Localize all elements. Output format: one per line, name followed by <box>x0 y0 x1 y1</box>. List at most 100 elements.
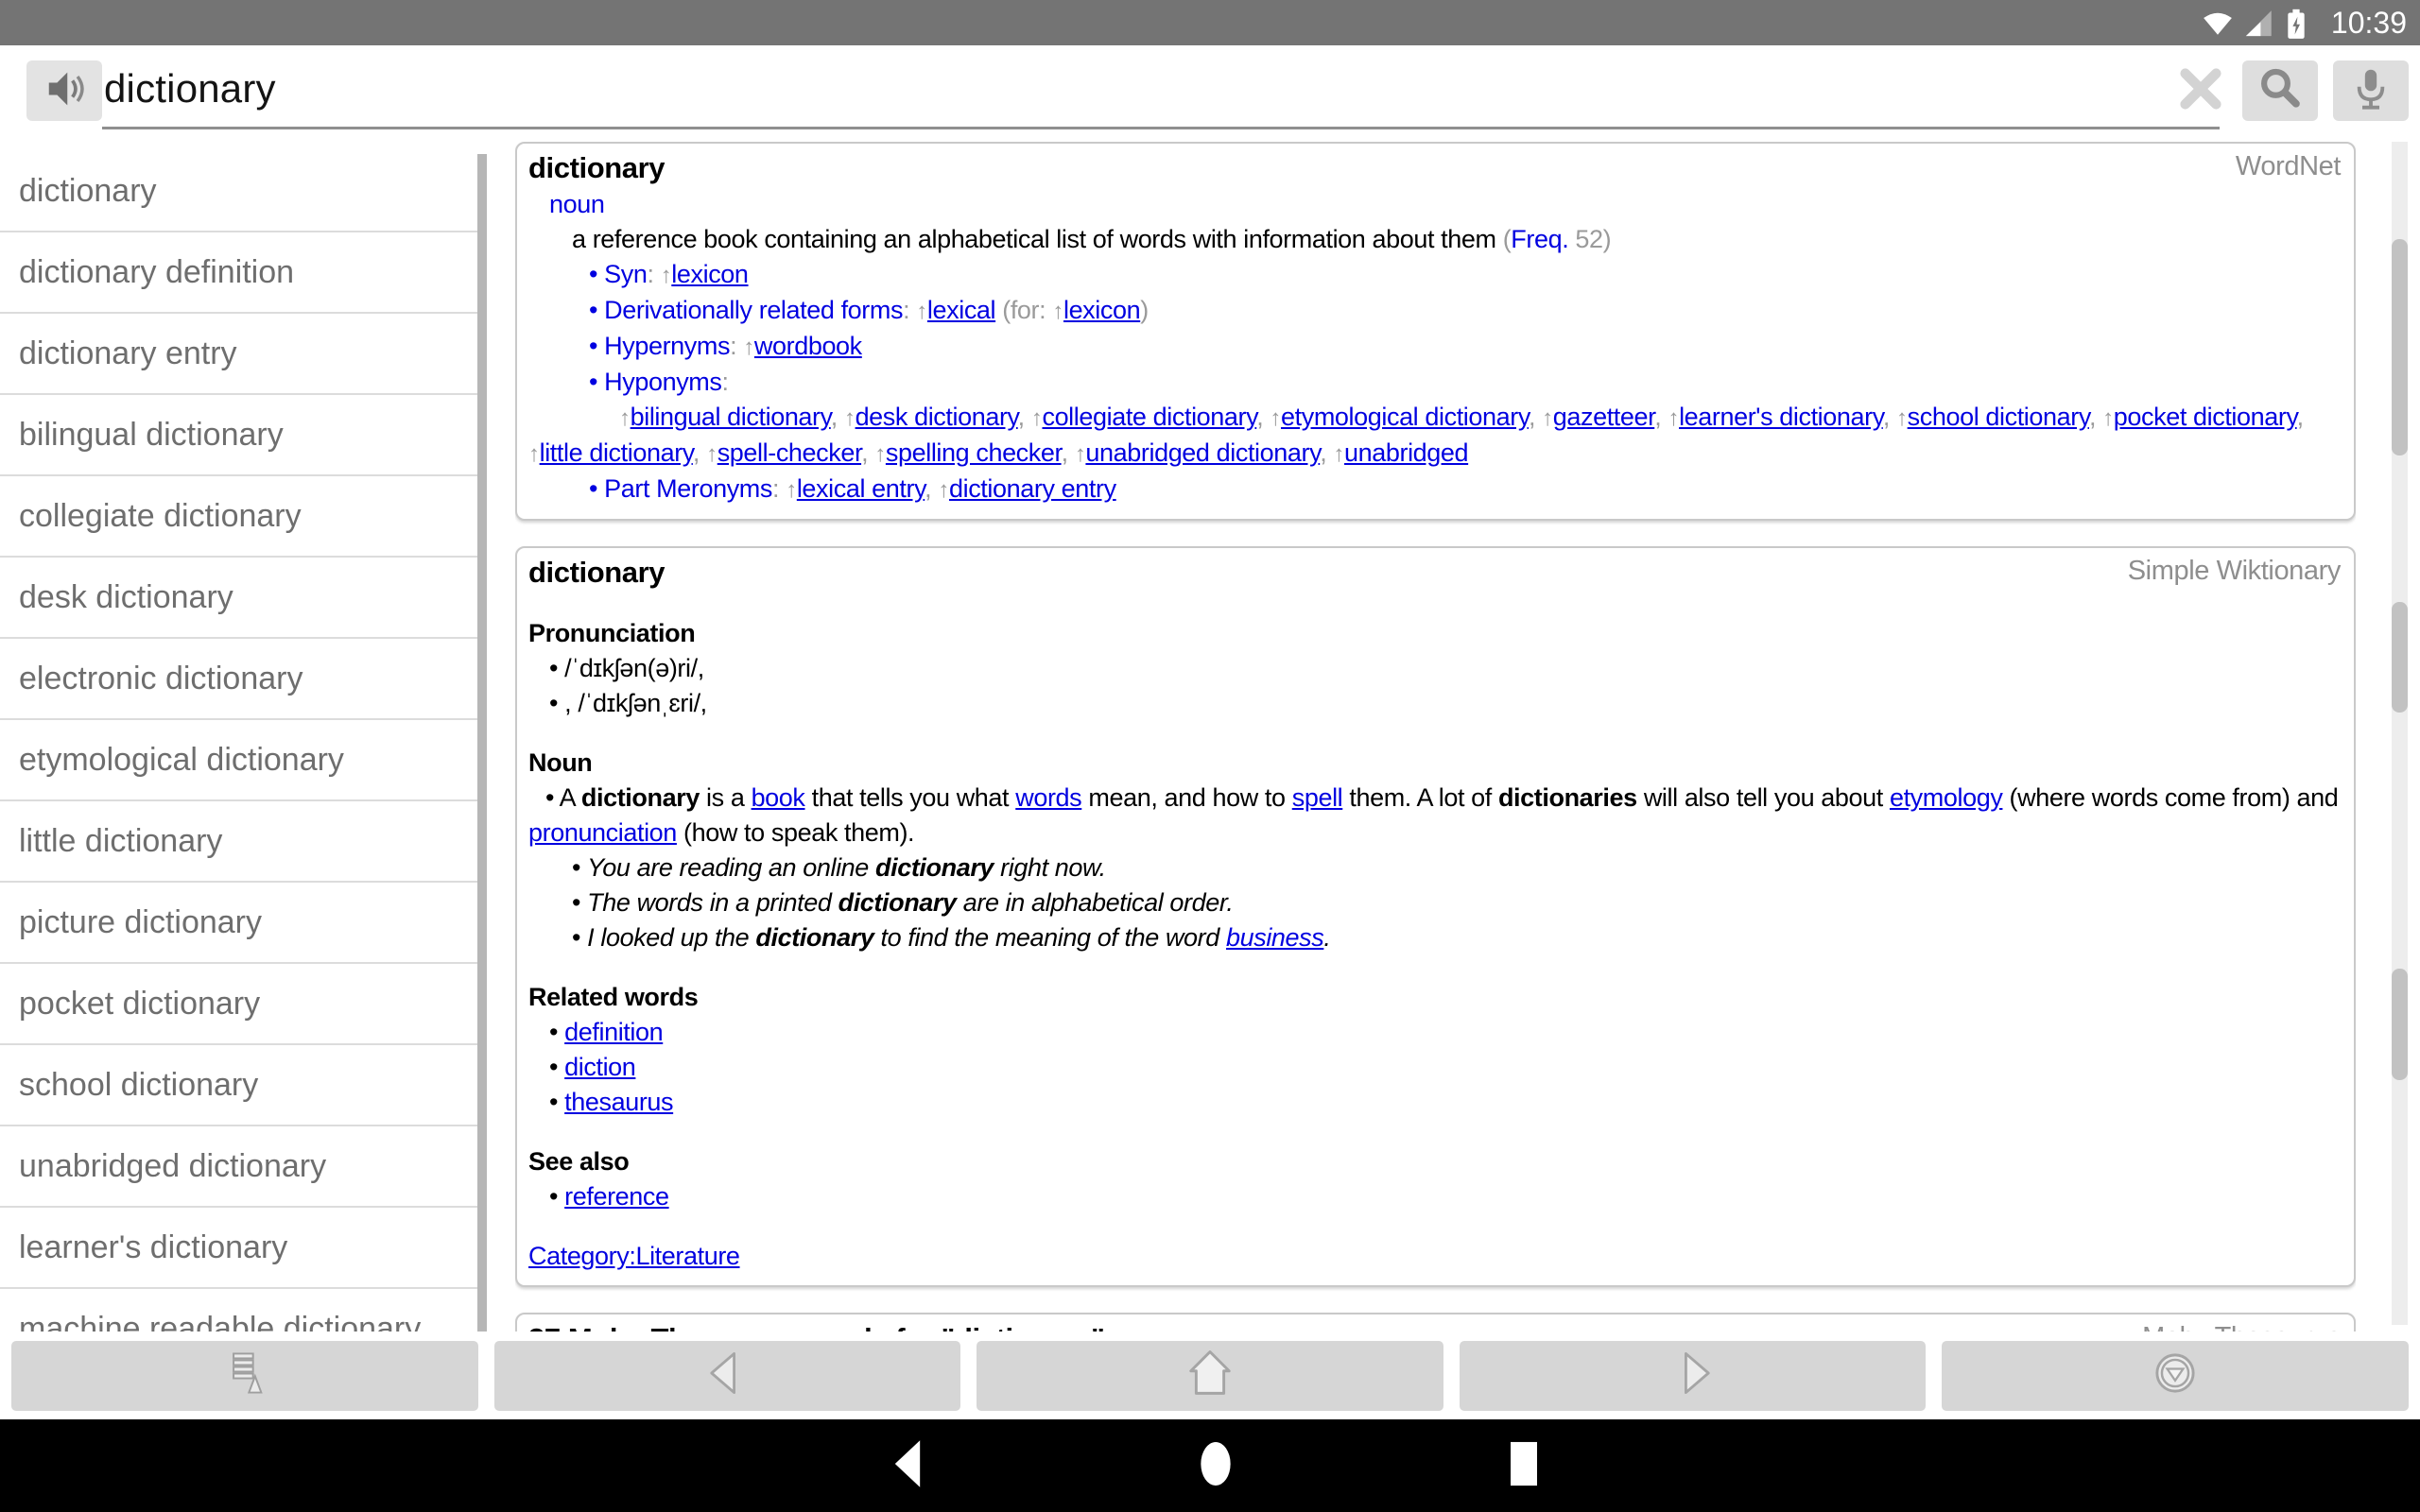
sidebar-scrollbar[interactable] <box>477 154 487 1332</box>
text-segment: • <box>572 923 587 952</box>
link[interactable]: definition <box>564 1018 663 1046</box>
home-up-button[interactable] <box>977 1341 1443 1411</box>
text-segment: • <box>589 368 604 396</box>
text-segment: I looked up the <box>587 923 755 952</box>
suggestion-item[interactable]: dictionary entry <box>0 314 477 395</box>
link[interactable]: diction <box>564 1053 635 1081</box>
link[interactable]: words <box>1015 783 1081 812</box>
card-line: • , /ˈdɪkʃənˌɛri/, <box>528 686 2341 721</box>
suggestion-item[interactable]: bilingual dictionary <box>0 395 477 476</box>
scroll-bottom-button[interactable] <box>1942 1341 2409 1411</box>
text-segment: ↑ <box>1896 405 1908 431</box>
text-segment: The words in a printed <box>587 888 838 917</box>
text-segment: ↑ <box>528 441 540 467</box>
back-button[interactable] <box>494 1341 961 1411</box>
search-input[interactable]: dictionary <box>104 66 276 112</box>
link[interactable]: dictionary entry <box>949 474 1116 503</box>
card-line: Noun <box>528 746 2341 781</box>
dictionary-card: 37 Moby Thesaurus words for "dictionary"… <box>515 1313 2356 1332</box>
link[interactable]: learner's dictionary <box>1679 403 1883 431</box>
mic-button[interactable] <box>2333 60 2409 121</box>
text-segment: dictionary <box>838 888 957 917</box>
text-segment: ( <box>1503 225 1512 253</box>
android-home-button[interactable] <box>1178 1419 1253 1512</box>
link[interactable]: spell <box>1292 783 1343 812</box>
android-recents-button[interactable] <box>1486 1419 1562 1512</box>
text-segment: to find the meaning of the word <box>873 923 1226 952</box>
text-segment: ↑ <box>1270 405 1281 431</box>
link[interactable]: little dictionary <box>540 438 693 467</box>
suggestion-item[interactable]: little dictionary <box>0 801 477 883</box>
text-segment: Hyponyms <box>604 368 721 396</box>
link[interactable]: collegiate dictionary <box>1042 403 1256 431</box>
suggestion-item[interactable]: electronic dictionary <box>0 639 477 720</box>
link[interactable]: bilingual dictionary <box>631 403 831 431</box>
link[interactable]: pronunciation <box>528 818 677 847</box>
results-scrollbar-thumb[interactable] <box>2392 602 2408 713</box>
text-segment: ↑ <box>2102 405 2114 431</box>
results-scrollbar-thumb[interactable] <box>2392 969 2408 1080</box>
link[interactable]: lexical entry <box>797 474 925 503</box>
text-segment: , <box>861 438 874 467</box>
text-segment: dictionary <box>875 853 994 882</box>
search-icon <box>2255 63 2306 119</box>
link[interactable]: school dictionary <box>1908 403 2089 431</box>
suggestion-item[interactable]: learner's dictionary <box>0 1208 477 1289</box>
link[interactable]: unabridged <box>1344 438 1468 467</box>
text-segment: , <box>831 403 844 431</box>
card-body: Pronunciation• /ˈdɪkʃən(ə)ri/,• , /ˈdɪkʃ… <box>528 592 2341 1274</box>
link[interactable]: lexicon <box>671 260 748 288</box>
suggestion-item[interactable]: picture dictionary <box>0 883 477 964</box>
link[interactable]: book <box>752 783 805 812</box>
text-segment: • <box>549 1182 564 1211</box>
link[interactable]: desk dictionary <box>856 403 1018 431</box>
card-line: Related words <box>528 980 2341 1015</box>
text-segment: will also tell you about <box>1637 783 1890 812</box>
text-segment: • <box>572 853 587 882</box>
link[interactable]: lexicon <box>1063 296 1140 324</box>
text-segment: are in alphabetical order. <box>957 888 1234 917</box>
card-line: • Hypernyms: ↑wordbook <box>528 329 2341 365</box>
suggestion-item[interactable]: unabridged dictionary <box>0 1126 477 1208</box>
speaker-button[interactable] <box>26 60 102 121</box>
suggestion-item[interactable]: etymological dictionary <box>0 720 477 801</box>
link[interactable]: spelling checker <box>886 438 1062 467</box>
text-segment: • <box>589 260 604 288</box>
text-segment: ↑ <box>1075 441 1086 467</box>
text-segment: , <box>1320 438 1333 467</box>
suggestion-item[interactable]: school dictionary <box>0 1045 477 1126</box>
link[interactable]: pocket dictionary <box>2114 403 2297 431</box>
link[interactable]: spell-checker <box>717 438 861 467</box>
forward-button[interactable] <box>1460 1341 1927 1411</box>
card-line: • Hyponyms: <box>528 365 2341 400</box>
text-segment: ↑ <box>1031 405 1043 431</box>
link[interactable]: unabridged dictionary <box>1085 438 1320 467</box>
link[interactable]: gazetteer <box>1553 403 1655 431</box>
suggestion-item[interactable]: desk dictionary <box>0 558 477 639</box>
text-segment: , /ˈdɪkʃənˌɛri/, <box>564 689 707 717</box>
card-line: • definition <box>528 1015 2341 1050</box>
text-segment: , <box>1062 438 1075 467</box>
search-button[interactable] <box>2242 60 2318 121</box>
text-segment: (how to speak them). <box>677 818 914 847</box>
link[interactable]: reference <box>564 1182 668 1211</box>
link[interactable]: wordbook <box>754 332 862 360</box>
android-back-button[interactable] <box>870 1419 945 1512</box>
text-segment: Related words <box>528 983 698 1011</box>
clear-button[interactable] <box>2170 62 2231 119</box>
suggestion-item[interactable]: dictionary definition <box>0 232 477 314</box>
link[interactable]: Category:Literature <box>528 1242 740 1270</box>
link[interactable]: lexical <box>927 296 995 324</box>
suggestion-item[interactable]: dictionary <box>0 151 477 232</box>
link[interactable]: etymological dictionary <box>1281 403 1529 431</box>
wordlist-edit-button[interactable] <box>11 1341 478 1411</box>
results-scrollbar-thumb[interactable] <box>2392 239 2408 455</box>
suggestion-item[interactable]: machine readable dictionary <box>0 1289 477 1332</box>
text-segment: : <box>903 296 916 324</box>
suggestion-item[interactable]: collegiate dictionary <box>0 476 477 558</box>
link[interactable]: business <box>1226 923 1323 952</box>
link[interactable]: thesaurus <box>564 1088 673 1116</box>
link[interactable]: etymology <box>1890 783 2002 812</box>
suggestion-item[interactable]: pocket dictionary <box>0 964 477 1045</box>
text-segment: (for: <box>995 296 1052 324</box>
